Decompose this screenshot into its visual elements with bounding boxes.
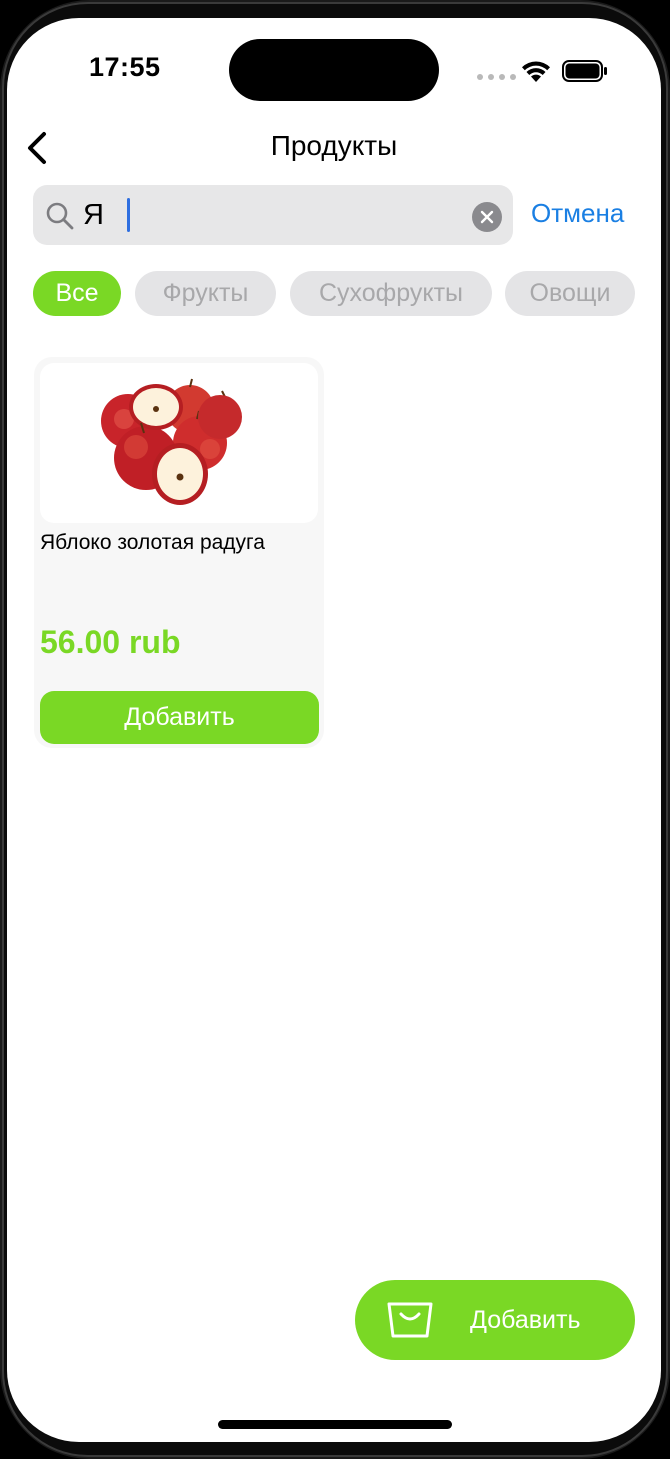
- chip-vegetables[interactable]: Овощи: [505, 271, 635, 316]
- search-icon: [46, 202, 74, 230]
- apples-image: [101, 378, 242, 505]
- floating-add-label: Добавить: [470, 1306, 581, 1334]
- search-bar[interactable]: [33, 185, 513, 245]
- clear-search-button[interactable]: [472, 202, 502, 232]
- chip-dried-fruits[interactable]: Сухофрукты: [290, 271, 492, 316]
- home-indicator[interactable]: [218, 1420, 452, 1429]
- dynamic-island: [229, 39, 439, 101]
- product-name: Яблоко золотая радуга: [40, 531, 265, 554]
- product-card[interactable]: Яблоко золотая радуга 56.00 rub Добавить: [34, 357, 324, 748]
- search-input[interactable]: [83, 195, 443, 235]
- phone-frame: 17:55 Продукты Я Отмена Все Фрукты Сухоф…: [0, 0, 670, 1459]
- status-time: 17:55: [89, 52, 161, 82]
- cancel-search-button[interactable]: Отмена: [531, 198, 624, 229]
- product-image: [40, 363, 318, 523]
- shopping-bag-icon: [387, 1302, 433, 1338]
- chip-fruits[interactable]: Фрукты: [135, 271, 276, 316]
- chip-all[interactable]: Все: [33, 271, 121, 316]
- product-price: 56.00 rub: [40, 624, 181, 660]
- battery-icon: [562, 60, 607, 82]
- floating-add-button[interactable]: Добавить: [355, 1280, 635, 1360]
- wifi-icon: [522, 61, 550, 82]
- add-to-cart-button[interactable]: Добавить: [40, 691, 319, 744]
- app-screen: 17:55 Продукты Я Отмена Все Фрукты Сухоф…: [7, 18, 661, 1442]
- page-title: Продукты: [270, 130, 398, 161]
- cellular-signal-icon: [477, 74, 516, 80]
- close-icon: [480, 210, 494, 224]
- text-cursor: [127, 198, 130, 232]
